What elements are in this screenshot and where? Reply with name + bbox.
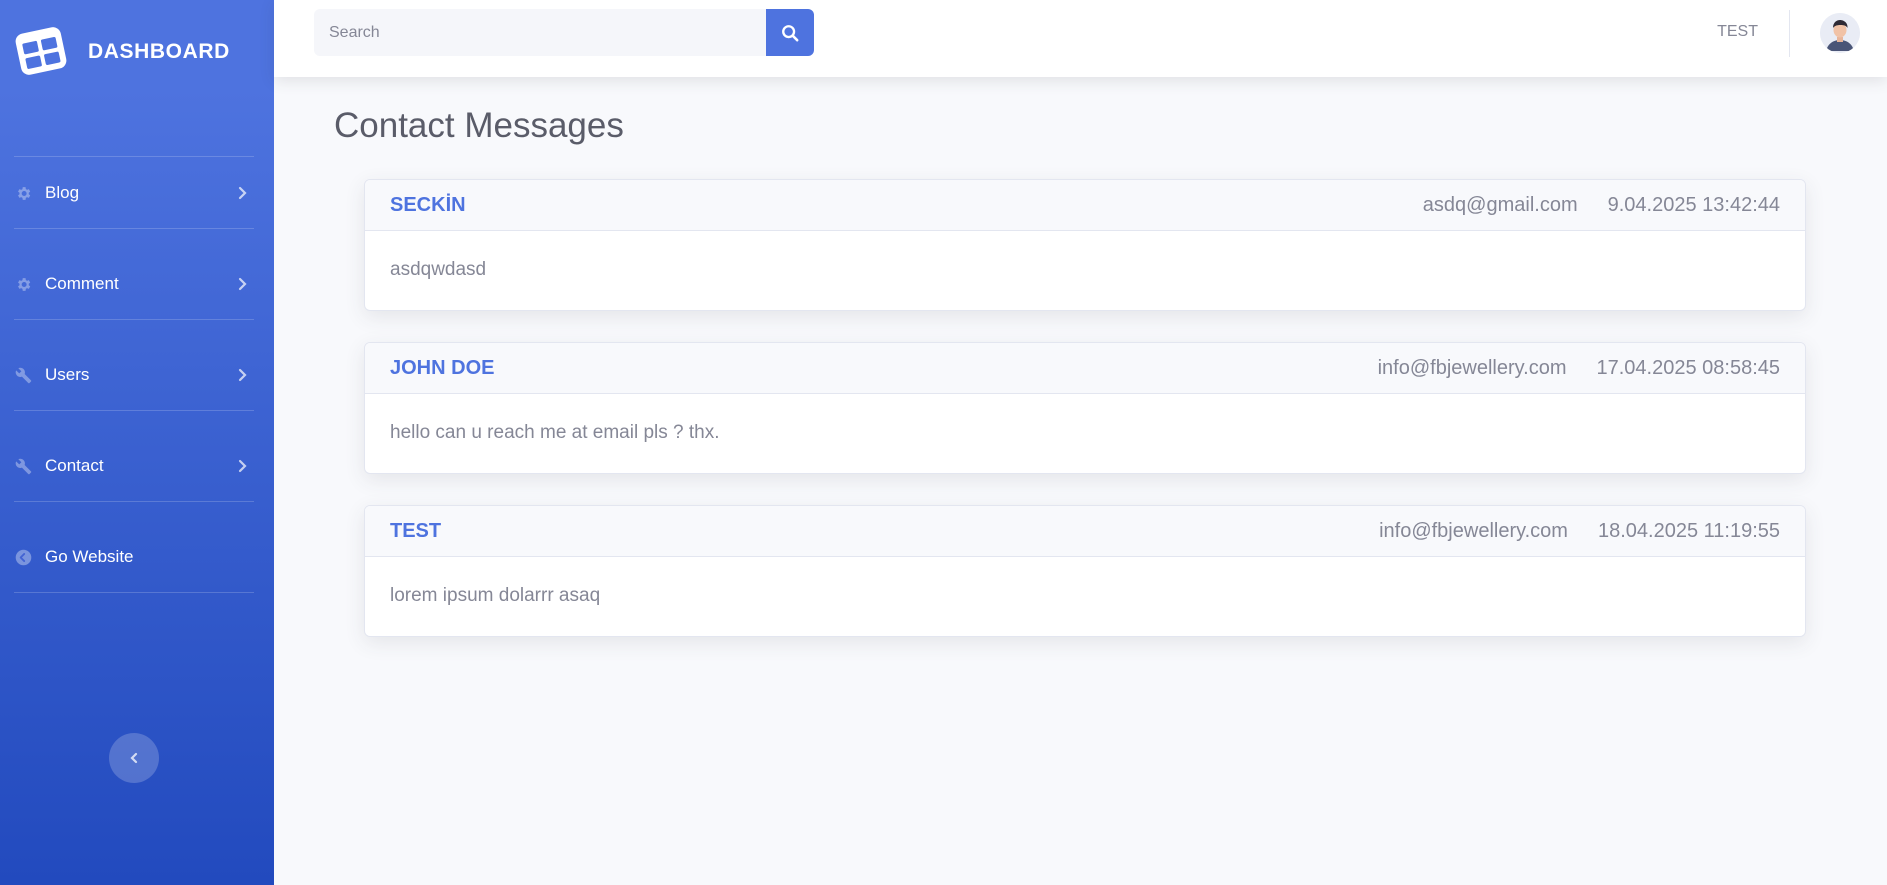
message-body: hello can u reach me at email pls ? thx. bbox=[390, 422, 720, 443]
brand[interactable]: DASHBOARD bbox=[0, 0, 274, 104]
message-body: lorem ipsum dolarrr asaq bbox=[390, 585, 601, 606]
topbar: TEST bbox=[274, 0, 1887, 77]
sidebar-item-label: Go Website bbox=[45, 547, 134, 566]
sidebar: DASHBOARD Blog Comment Users Contact Go … bbox=[0, 0, 274, 885]
table-logo-icon bbox=[15, 27, 67, 75]
message-date: 17.04.2025 08:58:45 bbox=[1596, 356, 1780, 379]
sidebar-item-blog[interactable]: Blog bbox=[14, 173, 254, 213]
search-icon bbox=[782, 24, 799, 41]
message-card: JOHN DOE info@fbjewellery.com 17.04.2025… bbox=[364, 342, 1806, 474]
message-card: TEST info@fbjewellery.com 18.04.2025 11:… bbox=[364, 505, 1806, 637]
sidebar-item-label: Comment bbox=[45, 274, 119, 293]
page-title: Contact Messages bbox=[334, 106, 624, 145]
chevron-right-icon bbox=[238, 368, 247, 382]
user-name[interactable]: TEST bbox=[1717, 23, 1758, 41]
sidebar-item-comment[interactable]: Comment bbox=[14, 264, 254, 304]
chevron-left-icon bbox=[130, 752, 138, 764]
sidebar-item-contact[interactable]: Contact bbox=[14, 446, 254, 486]
message-date: 9.04.2025 13:42:44 bbox=[1607, 193, 1780, 216]
search-bar bbox=[314, 9, 814, 56]
arrow-circle-left-icon bbox=[14, 548, 32, 566]
wrench-icon bbox=[14, 366, 32, 384]
message-email: info@fbjewellery.com bbox=[1379, 519, 1568, 542]
sidebar-divider bbox=[14, 410, 254, 411]
sidebar-item-users[interactable]: Users bbox=[14, 355, 254, 395]
topbar-divider bbox=[1789, 10, 1790, 57]
message-header: TEST info@fbjewellery.com 18.04.2025 11:… bbox=[365, 506, 1805, 557]
message-sender-name: JOHN DOE bbox=[390, 356, 495, 379]
message-email: info@fbjewellery.com bbox=[1377, 356, 1567, 379]
user-avatar-icon bbox=[1820, 13, 1860, 53]
chevron-right-icon bbox=[238, 277, 247, 291]
avatar[interactable] bbox=[1820, 13, 1860, 53]
message-sender-name: SECKİN bbox=[390, 193, 466, 216]
sidebar-item-label: Blog bbox=[45, 183, 80, 202]
message-header: JOHN DOE info@fbjewellery.com 17.04.2025… bbox=[365, 343, 1805, 394]
chevron-right-icon bbox=[238, 186, 247, 200]
brand-title: DASHBOARD bbox=[88, 40, 230, 63]
wrench-icon bbox=[14, 457, 32, 475]
search-input[interactable] bbox=[314, 9, 766, 56]
gear-icon bbox=[14, 275, 32, 293]
message-card: SECKİN asdq@gmail.com 9.04.2025 13:42:44… bbox=[364, 179, 1806, 311]
sidebar-divider bbox=[14, 228, 254, 229]
sidebar-divider bbox=[14, 319, 254, 320]
message-header: SECKİN asdq@gmail.com 9.04.2025 13:42:44 bbox=[365, 180, 1805, 231]
sidebar-item-go-website[interactable]: Go Website bbox=[14, 537, 254, 577]
chevron-right-icon bbox=[238, 459, 247, 473]
search-button[interactable] bbox=[766, 9, 814, 56]
message-sender-name: TEST bbox=[390, 519, 442, 542]
message-date: 18.04.2025 11:19:55 bbox=[1597, 519, 1780, 542]
sidebar-item-label: Users bbox=[45, 365, 90, 384]
gear-icon bbox=[14, 184, 32, 202]
sidebar-divider bbox=[14, 501, 254, 502]
sidebar-divider bbox=[14, 156, 254, 157]
sidebar-divider bbox=[14, 592, 254, 593]
sidebar-item-label: Contact bbox=[45, 456, 104, 475]
message-email: asdq@gmail.com bbox=[1422, 193, 1578, 216]
message-body: asdqwdasd bbox=[390, 259, 487, 280]
sidebar-toggle-button[interactable] bbox=[109, 733, 159, 783]
